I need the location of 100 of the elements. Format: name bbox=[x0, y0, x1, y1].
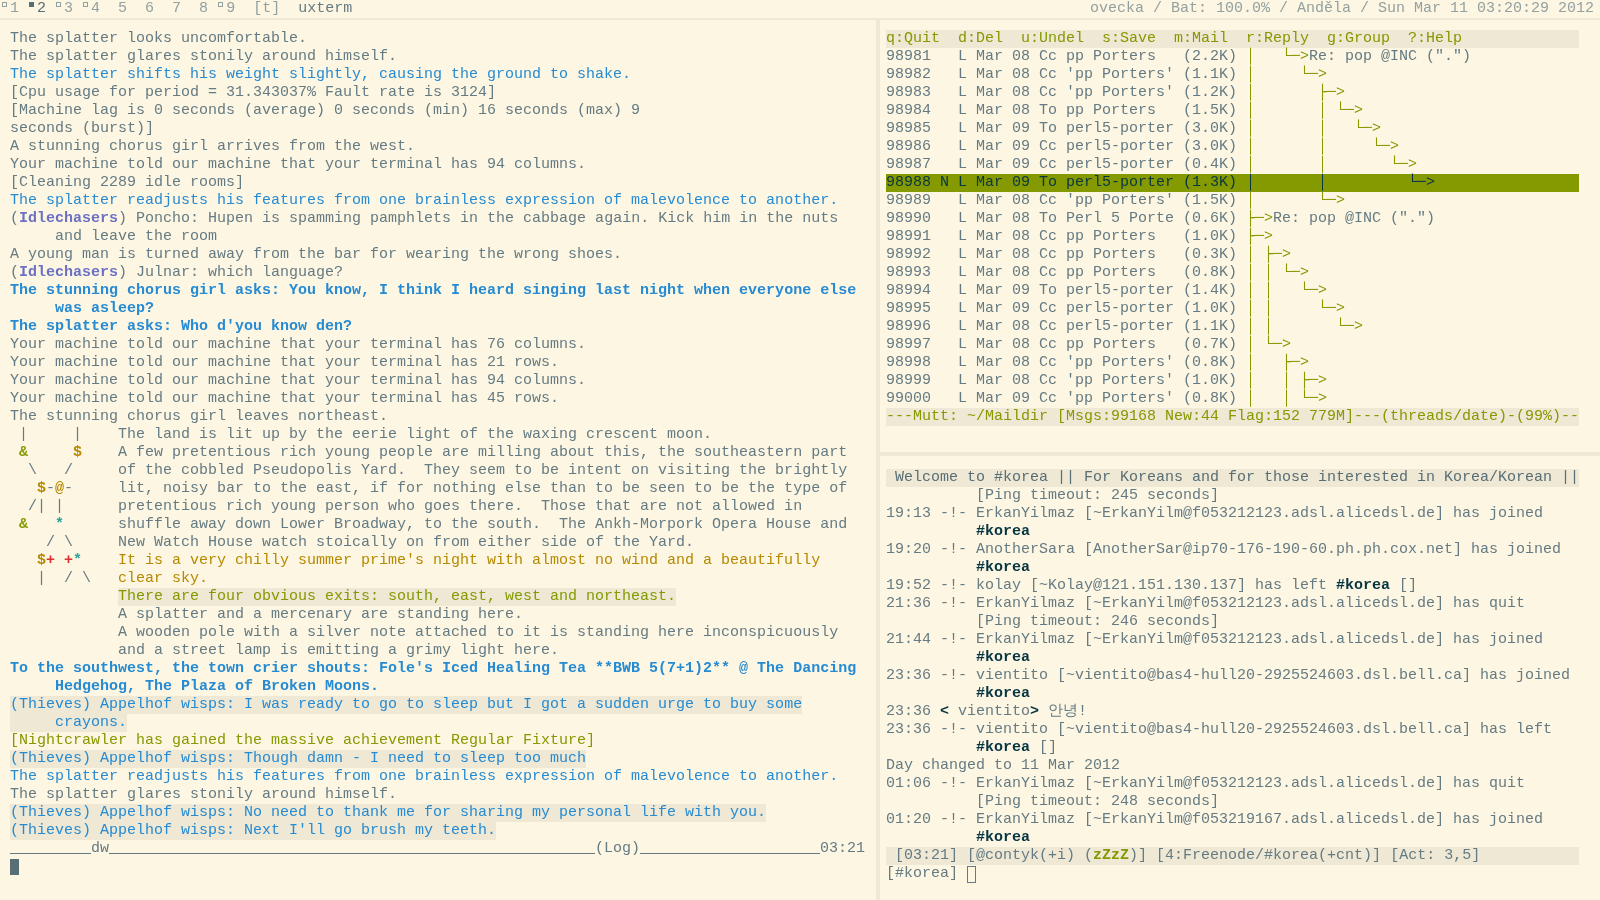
mud-message: The splatter readjusts his features from one brainless expression of malevolence to another. bbox=[10, 768, 839, 786]
mud-message: Your machine told our machine that your terminal has 21 rows. bbox=[10, 354, 560, 372]
irc-message: Day changed to 11 Mar 2012 bbox=[886, 757, 1121, 775]
timestamp: 21:36 bbox=[886, 595, 931, 614]
map-symbol: + bbox=[46, 552, 56, 569]
workspace-tag[interactable]: 3 bbox=[54, 0, 82, 18]
workspace-tag[interactable]: 8 bbox=[189, 0, 217, 18]
status-bar: ---Mutt: ~/Maildir [Msgs:99168 New:44 Flag:152 779M]---(threads/date)-(99%)-- bbox=[886, 408, 1580, 426]
workspace-tag[interactable]: 1 bbox=[0, 0, 27, 18]
mud-message: Your machine told our machine that your terminal has 94 columns. bbox=[10, 372, 587, 390]
map-symbol: | bbox=[73, 426, 83, 443]
map-symbol: - bbox=[46, 480, 56, 497]
status-item: [Act: 3,5] bbox=[1390, 847, 1481, 865]
workspace-tag[interactable]: 9 bbox=[216, 0, 244, 18]
map-symbol: & bbox=[19, 516, 29, 533]
map-symbol: | bbox=[19, 426, 29, 443]
mud-message: Your machine told our machine that your terminal has 45 rows. bbox=[10, 390, 560, 408]
map-symbol: @ bbox=[55, 480, 65, 497]
timestamp: 01:20 bbox=[886, 811, 931, 830]
message-row[interactable]: 98991 L Mar 08 Cc pp Porters (1.0K) ├─> bbox=[886, 228, 1274, 246]
window-title: uxterm bbox=[298, 0, 353, 18]
message-row[interactable]: 98987 L Mar 09 Cc perl5-porter (0.4K) │ │ └─> bbox=[886, 156, 1418, 174]
message-row[interactable]: 98984 L Mar 08 To pp Porters (1.5K) │ │ └─> bbox=[886, 102, 1364, 120]
message-row[interactable]: 98994 L Mar 09 To perl5-porter (1.4K) │ │ └─> bbox=[886, 282, 1328, 300]
map-symbol: * bbox=[55, 516, 65, 533]
whisper-message: (Thieves) Appelhof wisps: Though damn - I need to sleep too much bbox=[10, 750, 587, 768]
channel-message: (Idlechasers) Julnar: which language? bbox=[10, 264, 344, 282]
mud-message: A stunning chorus girl arrives from the west. bbox=[10, 138, 416, 156]
layout-button[interactable]: [t] bbox=[253, 0, 281, 18]
message-row[interactable]: 98986 L Mar 09 Cc perl5-porter (3.0K) │ │ └─> bbox=[886, 138, 1400, 156]
topic-bar: Welcome to #korea || For Koreans and for those interested in Korea/Korean || bbox=[886, 469, 1580, 487]
help-item: g:Group bbox=[1327, 30, 1391, 48]
exits-text: There are four obvious exits: south, east, west and northeast. bbox=[118, 588, 677, 606]
map-symbol: * bbox=[73, 552, 83, 569]
message-row[interactable]: 98989 L Mar 08 Cc 'pp Porters' (1.5K) │ └─> bbox=[886, 192, 1346, 210]
workspace-tag[interactable]: 6 bbox=[135, 0, 163, 18]
map-symbol: $ bbox=[73, 444, 83, 461]
mud-message: A wooden pole with a silver note attached to it is standing here inconspicuously and a street lamp is emitting a grimy light here. bbox=[118, 624, 839, 660]
message-row[interactable]: 99000 L Mar 09 Cc 'pp Porters' (0.8K) │ │ └─> bbox=[886, 390, 1328, 408]
workspace-tag[interactable]: 2 bbox=[27, 0, 55, 18]
mud-message: The splatter shifts his weight slightly, causing the ground to shake. bbox=[10, 66, 632, 84]
message-row[interactable]: 98995 L Mar 09 Cc perl5-porter (1.0K) │ │ └─> bbox=[886, 300, 1346, 318]
speech-message: The splatter asks: Who d'you know den? bbox=[10, 318, 353, 336]
map-symbol: | bbox=[37, 570, 47, 587]
achievement-message: [Nightcrawler has gained the massive achievement Regular Fixture] bbox=[10, 732, 596, 750]
irc-message: -!- ErkanYilmaz [~ErkanYilm@f053212123.adsl.alicedsl.de] has joined #korea bbox=[940, 631, 1544, 667]
timestamp: 21:44 bbox=[886, 631, 931, 650]
message-row[interactable]: 98992 L Mar 08 Cc pp Porters (0.3K) │ ├─> bbox=[886, 246, 1292, 264]
message-row[interactable]: 98985 L Mar 09 To perl5-porter (3.0K) │ │ └─> bbox=[886, 120, 1382, 138]
help-item: u:Undel bbox=[1021, 30, 1085, 48]
mud-message: [Cleaning 2289 idle rooms] bbox=[10, 174, 245, 192]
channel-prompt: [#korea] bbox=[886, 865, 958, 883]
message-row[interactable]: 98982 L Mar 08 Cc 'pp Porters' (1.1K) │ └─> bbox=[886, 66, 1328, 84]
map-symbol: / bbox=[28, 498, 38, 515]
workspace-tag[interactable]: 7 bbox=[162, 0, 190, 18]
timestamp: 23:36 bbox=[886, 667, 931, 686]
message-row[interactable]: 98983 L Mar 08 Cc 'pp Porters' (1.2K) │ ├─> bbox=[886, 84, 1346, 102]
mud-message: The stunning chorus girl leaves northeast. bbox=[10, 408, 389, 426]
map-symbol: \ bbox=[64, 534, 74, 551]
workspace-tag[interactable]: 4 bbox=[81, 0, 109, 18]
weather-text: It is a very chilly summer prime's night with almost no wind and a beautifully clear sky. bbox=[118, 552, 821, 588]
mud-message: The land is lit up by the eerie light of the waxing crescent moon. bbox=[118, 426, 713, 444]
message-row[interactable]: 98993 L Mar 08 Cc pp Porters (0.8K) │ │ └─> bbox=[886, 264, 1310, 282]
clock: 03:21 bbox=[820, 840, 866, 858]
timestamp: 19:20 bbox=[886, 541, 931, 560]
whisper-message: (Thieves) Appelhof wisps: Next I'll go brush my teeth. bbox=[10, 822, 497, 840]
message-row[interactable]: 98998 L Mar 08 Cc 'pp Porters' (0.8K) │ ├─> bbox=[886, 354, 1310, 372]
map-symbol: - bbox=[64, 480, 74, 497]
message-row[interactable]: 98997 L Mar 08 Cc pp Porters (0.7K) │ └─> bbox=[886, 336, 1292, 354]
status-item: [@contyk(+i) (zZzZ)] bbox=[967, 847, 1148, 865]
message-row[interactable]: 98996 L Mar 08 Cc perl5-porter (1.1K) │ │ └─> bbox=[886, 318, 1364, 336]
message-row[interactable]: 98981 L Mar 08 Cc pp Porters (2.2K) │ └─>Re: pop @INC (".") bbox=[886, 48, 1472, 66]
map-symbol: \ bbox=[28, 462, 38, 479]
irc-message: < vientito> 안녕! bbox=[940, 703, 1088, 721]
channel-message: (Idlechasers) Poncho: Hupen is spamming pamphlets in the cabbage again. Kick him in the nuts and leave the room bbox=[10, 210, 839, 246]
map-symbol: + bbox=[64, 552, 74, 569]
mud-message: A young man is turned away from the bar for wearing the wrong shoes. bbox=[10, 246, 623, 264]
cursor-icon bbox=[967, 865, 976, 883]
mud-message: [Machine lag is 0 seconds (average) 0 seconds (min) 16 seconds (max) 9 seconds (burst)] bbox=[10, 102, 641, 138]
timestamp: 23:36 bbox=[886, 703, 931, 721]
whisper-message: (Thieves) Appelhof wisps: I was ready to go to sleep but I got a sudden urge to buy some crayons. bbox=[10, 696, 803, 732]
map-symbol: / bbox=[64, 462, 74, 479]
mud-message: The splatter glares stonily around himself. bbox=[10, 48, 398, 66]
mud-message: The splatter readjusts his features from one brainless expression of malevolence to another. bbox=[10, 192, 839, 210]
irc-message: -!- ErkanYilmaz [~ErkanYilm@f053212123.adsl.alicedsl.de] has quit [Ping timeout: 246 seconds] bbox=[940, 595, 1526, 631]
log-indicator: (Log) bbox=[595, 840, 641, 858]
mud-message: Your machine told our machine that your terminal has 76 columns. bbox=[10, 336, 587, 354]
message-row[interactable]: 98999 L Mar 08 Cc 'pp Porters' (1.0K) │ │ ├─> bbox=[886, 372, 1328, 390]
map-symbol: $ bbox=[37, 480, 47, 497]
workspace-tag[interactable]: 5 bbox=[108, 0, 136, 18]
map-symbol: $ bbox=[37, 552, 47, 569]
map-symbol: | bbox=[37, 498, 47, 515]
help-item: m:Mail bbox=[1174, 30, 1229, 48]
irc-message: -!- ErkanYilmaz [~ErkanYilm@f053212123.adsl.alicedsl.de] has joined #korea bbox=[940, 505, 1544, 541]
message-row[interactable]: 98990 L Mar 08 To Perl 5 Porte (0.6K) ├─>Re: pop @INC (".") bbox=[886, 210, 1436, 228]
mud-message: Your machine told our machine that your terminal has 94 columns. bbox=[10, 156, 587, 174]
mud-message: The splatter looks uncomfortable. bbox=[10, 30, 308, 48]
message-row[interactable]: 98988 N L Mar 09 To perl5-porter (1.3K) │ │ └─> bbox=[886, 174, 1580, 192]
irc-message: [Ping timeout: 245 seconds] bbox=[976, 487, 1220, 505]
irc-message: -!- vientito [~vientito@bas4-hull20-2925524603.dsl.bell.ca] has joined #korea bbox=[940, 667, 1571, 703]
